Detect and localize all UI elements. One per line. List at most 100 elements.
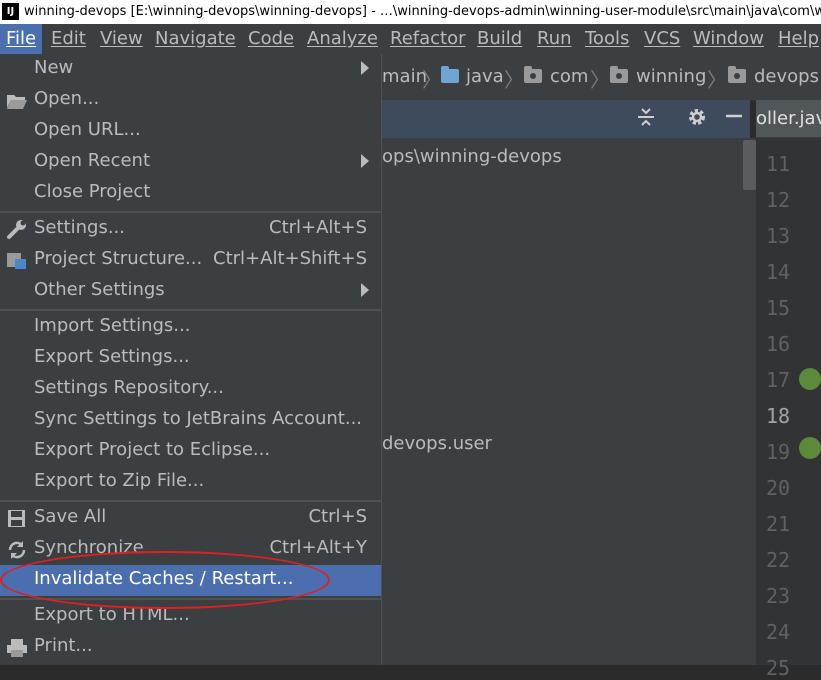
menu-item-open-url[interactable]: Open URL... <box>0 116 381 147</box>
menu-item-other-settings[interactable]: Other Settings <box>0 276 381 307</box>
menu-tools[interactable]: Tools <box>585 24 629 54</box>
menu-run[interactable]: Run <box>537 24 572 54</box>
sync-icon <box>6 540 28 560</box>
menu-item-shortcut: Ctrl+Alt+Y <box>269 537 367 558</box>
line-number: 25 <box>766 656 791 680</box>
menu-item-import-settings[interactable]: Import Settings... <box>0 312 381 343</box>
menu-item-settings[interactable]: Settings... Ctrl+Alt+S <box>0 214 381 245</box>
menu-item-export-settings[interactable]: Export Settings... <box>0 343 381 374</box>
title-bar: IJ winning-devops [E:\winning-devops\win… <box>0 0 821 24</box>
menu-item-label: Open URL... <box>34 119 141 140</box>
breadcrumb-devops[interactable]: devops <box>754 66 819 88</box>
menu-code[interactable]: Code <box>248 24 294 54</box>
breadcrumb-separator: 〉 <box>504 68 524 92</box>
menu-item-label: Settings... <box>34 217 125 238</box>
breadcrumb-java[interactable]: java <box>466 66 504 88</box>
menu-item-synchronize[interactable]: Synchronize Ctrl+Alt+Y <box>0 534 381 565</box>
menu-vcs[interactable]: VCS <box>644 24 680 54</box>
editor-tab-label: oller.java <box>756 108 821 129</box>
submenu-arrow-icon <box>361 61 369 75</box>
breadcrumb-winning[interactable]: winning <box>636 66 706 88</box>
project-tree[interactable]: ops\winning-devops devops.user <box>380 138 756 665</box>
line-number: 13 <box>766 224 791 248</box>
menu-item-label: Print... <box>34 635 93 656</box>
package-icon <box>728 66 746 83</box>
breadcrumb-separator: 〉 <box>590 68 610 92</box>
folder-icon <box>441 66 459 83</box>
line-number: 14 <box>766 260 791 284</box>
submenu-arrow-icon <box>361 154 369 168</box>
project-structure-icon <box>6 251 28 271</box>
menu-item-label: New <box>34 57 74 78</box>
spring-bean-gutter-icon[interactable] <box>799 368 821 390</box>
project-tree-scrollbar[interactable] <box>743 140 756 190</box>
menu-item-label: Export to HTML... <box>34 604 190 625</box>
menu-separator <box>0 598 381 600</box>
menu-file[interactable]: File <box>0 24 43 54</box>
menu-item-invalidate-caches[interactable]: Invalidate Caches / Restart... <box>0 565 381 596</box>
gear-icon[interactable] <box>686 106 708 133</box>
menu-item-shortcut: Ctrl+Alt+S <box>269 217 367 238</box>
breadcrumb-separator: 〉 <box>422 68 442 92</box>
menu-navigate[interactable]: Navigate <box>155 24 236 54</box>
menu-build[interactable]: Build <box>477 24 522 54</box>
menu-edit[interactable]: Edit <box>51 24 86 54</box>
menu-bar: File Edit View Navigate Code Analyze Ref… <box>0 24 821 54</box>
printer-icon <box>6 638 28 658</box>
tree-root-path[interactable]: ops\winning-devops <box>382 146 562 167</box>
menu-item-label: Settings Repository... <box>34 377 224 398</box>
menu-item-label: Sync Settings to JetBrains Account... <box>34 408 363 429</box>
menu-item-label: Open... <box>34 88 100 109</box>
menu-separator <box>0 211 381 213</box>
menu-item-sync-settings[interactable]: Sync Settings to JetBrains Account... <box>0 405 381 436</box>
spring-bean-gutter-icon[interactable] <box>799 437 821 459</box>
line-number: 23 <box>766 584 791 608</box>
file-menu-dropdown: New Open... Open URL... Open Recent Clos… <box>0 54 382 665</box>
menu-item-open-recent[interactable]: Open Recent <box>0 147 381 178</box>
line-number: 15 <box>766 296 791 320</box>
line-number: 22 <box>766 548 791 572</box>
menu-item-label: Other Settings <box>34 279 165 300</box>
menu-item-settings-repository[interactable]: Settings Repository... <box>0 374 381 405</box>
menu-help[interactable]: Help <box>778 24 819 54</box>
menu-separator <box>0 500 381 502</box>
menu-view[interactable]: View <box>100 24 143 54</box>
menu-item-export-zip[interactable]: Export to Zip File... <box>0 467 381 498</box>
menu-item-new[interactable]: New <box>0 54 381 85</box>
menu-item-export-eclipse[interactable]: Export Project to Eclipse... <box>0 436 381 467</box>
breadcrumb-main[interactable]: main <box>382 66 427 88</box>
folder-open-icon <box>6 91 28 111</box>
menu-window[interactable]: Window <box>693 24 764 54</box>
line-number: 24 <box>766 620 791 644</box>
package-icon <box>610 66 628 83</box>
menu-item-export-html[interactable]: Export to HTML... <box>0 601 381 632</box>
line-number: 19 <box>766 440 791 464</box>
menu-item-project-structure[interactable]: Project Structure... Ctrl+Alt+Shift+S <box>0 245 381 276</box>
collapse-all-icon[interactable] <box>636 106 656 133</box>
menu-item-save-all[interactable]: Save All Ctrl+S <box>0 503 381 534</box>
menu-item-label: Close Project <box>34 181 151 202</box>
line-number: 12 <box>766 188 791 212</box>
editor-tab-controller[interactable]: oller.java <box>756 100 821 137</box>
menu-item-shortcut: Ctrl+S <box>308 506 367 527</box>
line-number: 21 <box>766 512 791 536</box>
menu-item-label: Export Project to Eclipse... <box>34 439 271 460</box>
project-panel-header <box>380 100 750 138</box>
menu-item-close-project[interactable]: Close Project <box>0 178 381 209</box>
hide-panel-icon[interactable] <box>724 103 744 130</box>
menu-item-open[interactable]: Open... <box>0 85 381 116</box>
menu-item-label: Project Structure... <box>34 248 203 269</box>
menu-item-print[interactable]: Print... <box>0 632 381 663</box>
line-number: 17 <box>766 368 791 392</box>
menu-item-label: Invalidate Caches / Restart... <box>34 568 294 589</box>
tree-package-node[interactable]: devops.user <box>382 433 492 454</box>
menu-item-label: Open Recent <box>34 150 151 171</box>
menu-refactor[interactable]: Refactor <box>390 24 466 54</box>
package-icon <box>524 66 542 83</box>
wrench-icon <box>6 220 28 240</box>
menu-analyze[interactable]: Analyze <box>307 24 378 54</box>
submenu-arrow-icon <box>361 283 369 297</box>
breadcrumb-com[interactable]: com <box>550 66 588 88</box>
current-line-number: 18 <box>766 404 791 428</box>
menu-item-label: Synchronize <box>34 537 144 558</box>
